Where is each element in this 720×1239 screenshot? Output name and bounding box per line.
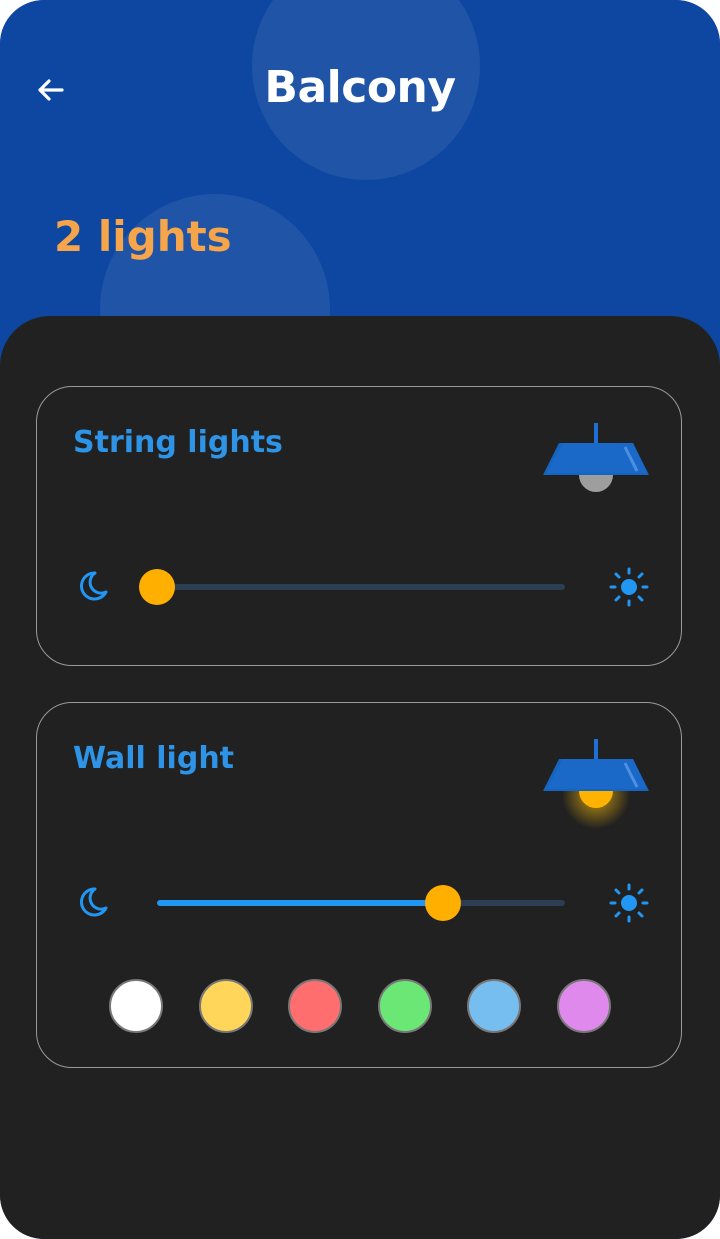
app-screen: Balcony 2 lights String lights Wall ligh…: [0, 0, 720, 1239]
color-picker: [109, 979, 611, 1033]
color-swatch[interactable]: [557, 979, 611, 1033]
color-swatch[interactable]: [288, 979, 342, 1033]
brightness-slider[interactable]: [139, 567, 565, 607]
light-card-string-lights: String lights: [36, 386, 682, 666]
pendant-lamp-icon[interactable]: [541, 737, 651, 837]
color-swatch[interactable]: [109, 979, 163, 1033]
pendant-lamp-icon[interactable]: [541, 421, 651, 521]
slider-thumb[interactable]: [139, 569, 175, 605]
sun-icon: [609, 567, 649, 607]
page-title: Balcony: [264, 62, 456, 113]
lights-panel: String lights Wall light: [0, 316, 720, 1239]
moon-icon: [79, 887, 108, 917]
sun-icon: [609, 883, 649, 923]
moon-icon: [79, 571, 108, 601]
brightness-slider[interactable]: [157, 883, 565, 923]
color-swatch[interactable]: [199, 979, 253, 1033]
slider-track: [157, 584, 565, 590]
lights-count: 2 lights: [54, 212, 232, 261]
slider-thumb[interactable]: [425, 885, 461, 921]
light-card-wall-light: Wall light: [36, 702, 682, 1068]
color-swatch[interactable]: [378, 979, 432, 1033]
color-swatch[interactable]: [467, 979, 521, 1033]
light-name: String lights: [73, 425, 283, 460]
slider-fill: [157, 900, 443, 906]
light-name: Wall light: [73, 741, 235, 776]
